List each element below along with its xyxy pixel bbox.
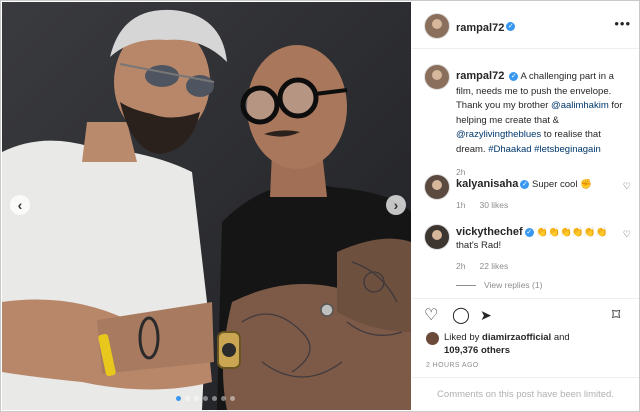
comment-time: 1h (456, 200, 466, 210)
share-icon[interactable]: ➤ (480, 307, 492, 324)
comment-avatar[interactable] (424, 224, 450, 250)
caption-username[interactable]: rampal72 (456, 70, 504, 82)
liked-by-prefix: Liked by (444, 332, 483, 343)
comment-icon[interactable]: ◯ (452, 305, 470, 325)
avatar[interactable] (424, 13, 450, 39)
post-time-ago: 2 HOURS AGO (426, 362, 479, 369)
likes-summary: Liked by diamirzaofficial and 109,376 ot… (426, 332, 570, 357)
liker-avatar[interactable] (426, 332, 439, 345)
hashtag-link[interactable]: #letsbeginagain (534, 144, 601, 155)
bookmark-icon[interactable]: ⌑ (612, 305, 620, 325)
comment-item: vickythechef ✓ 👏👏👏👏👏👏 that's Rad! 2h 22 l… (456, 226, 626, 273)
comments-limited-notice: Comments on this post have been limited. (412, 377, 639, 411)
hashtag-link[interactable]: #Dhaakad (488, 144, 531, 155)
mention-link[interactable]: @aalimhakim (551, 100, 609, 111)
comment-avatar[interactable] (424, 174, 450, 200)
liked-by-and: and (551, 332, 570, 343)
carousel-dot (221, 396, 226, 401)
comment-text: Super cool ✊ (532, 179, 592, 190)
more-icon[interactable]: ••• (614, 16, 631, 31)
carousel-dot (230, 396, 235, 401)
caption-avatar[interactable] (424, 64, 450, 90)
heart-icon[interactable]: ♡ (424, 305, 438, 325)
comment-heart-icon[interactable]: ♡ (623, 229, 631, 240)
post-header: rampal72 ✓ ••• (412, 2, 639, 49)
carousel-dot (212, 396, 217, 401)
view-replies-link[interactable]: View replies (1) (456, 280, 542, 290)
verified-badge-icon: ✓ (506, 22, 516, 32)
comment-likes[interactable]: 30 likes (479, 199, 508, 212)
verified-badge-icon: ✓ (524, 227, 534, 237)
carousel-dot (194, 396, 199, 401)
mention-link[interactable]: @razylivingtheblues (456, 129, 541, 140)
comment-time: 2h (456, 261, 466, 271)
chevron-left-icon[interactable]: ‹ (10, 195, 30, 215)
post-modal: ‹ › rampal72 ✓ ••• rampal72 ✓ A challengin… (0, 0, 640, 412)
carousel-dots (176, 396, 235, 402)
post-photo[interactable]: ‹ › (2, 2, 411, 410)
replies-divider (456, 284, 476, 286)
carousel-dot (176, 396, 181, 401)
header-username-row: rampal72 ✓ (456, 18, 516, 36)
comment-username[interactable]: vickythechef (456, 226, 523, 238)
carousel-dot (185, 396, 190, 401)
comment-item: kalyanisaha ✓ Super cool ✊ 1h 30 likes (456, 178, 626, 212)
liked-by-user[interactable]: diamirzaofficial (482, 332, 551, 343)
comment-heart-icon[interactable]: ♡ (623, 181, 631, 192)
post-caption: rampal72 ✓ A challenging part in a film, … (456, 69, 632, 180)
comment-likes[interactable]: 22 likes (479, 260, 508, 273)
header-username[interactable]: rampal72 (456, 22, 504, 34)
post-side-panel: rampal72 ✓ ••• rampal72 ✓ A challenging pa… (412, 2, 639, 410)
verified-badge-icon: ✓ (520, 179, 530, 189)
view-replies-label[interactable]: View replies (1) (484, 280, 542, 290)
likes-others[interactable]: 109,376 others (444, 345, 510, 356)
photo-illustration (2, 2, 411, 410)
carousel-dot (203, 396, 208, 401)
comment-username[interactable]: kalyanisaha (456, 178, 518, 190)
chevron-right-icon[interactable]: › (386, 195, 406, 215)
verified-badge-icon: ✓ (509, 71, 519, 81)
